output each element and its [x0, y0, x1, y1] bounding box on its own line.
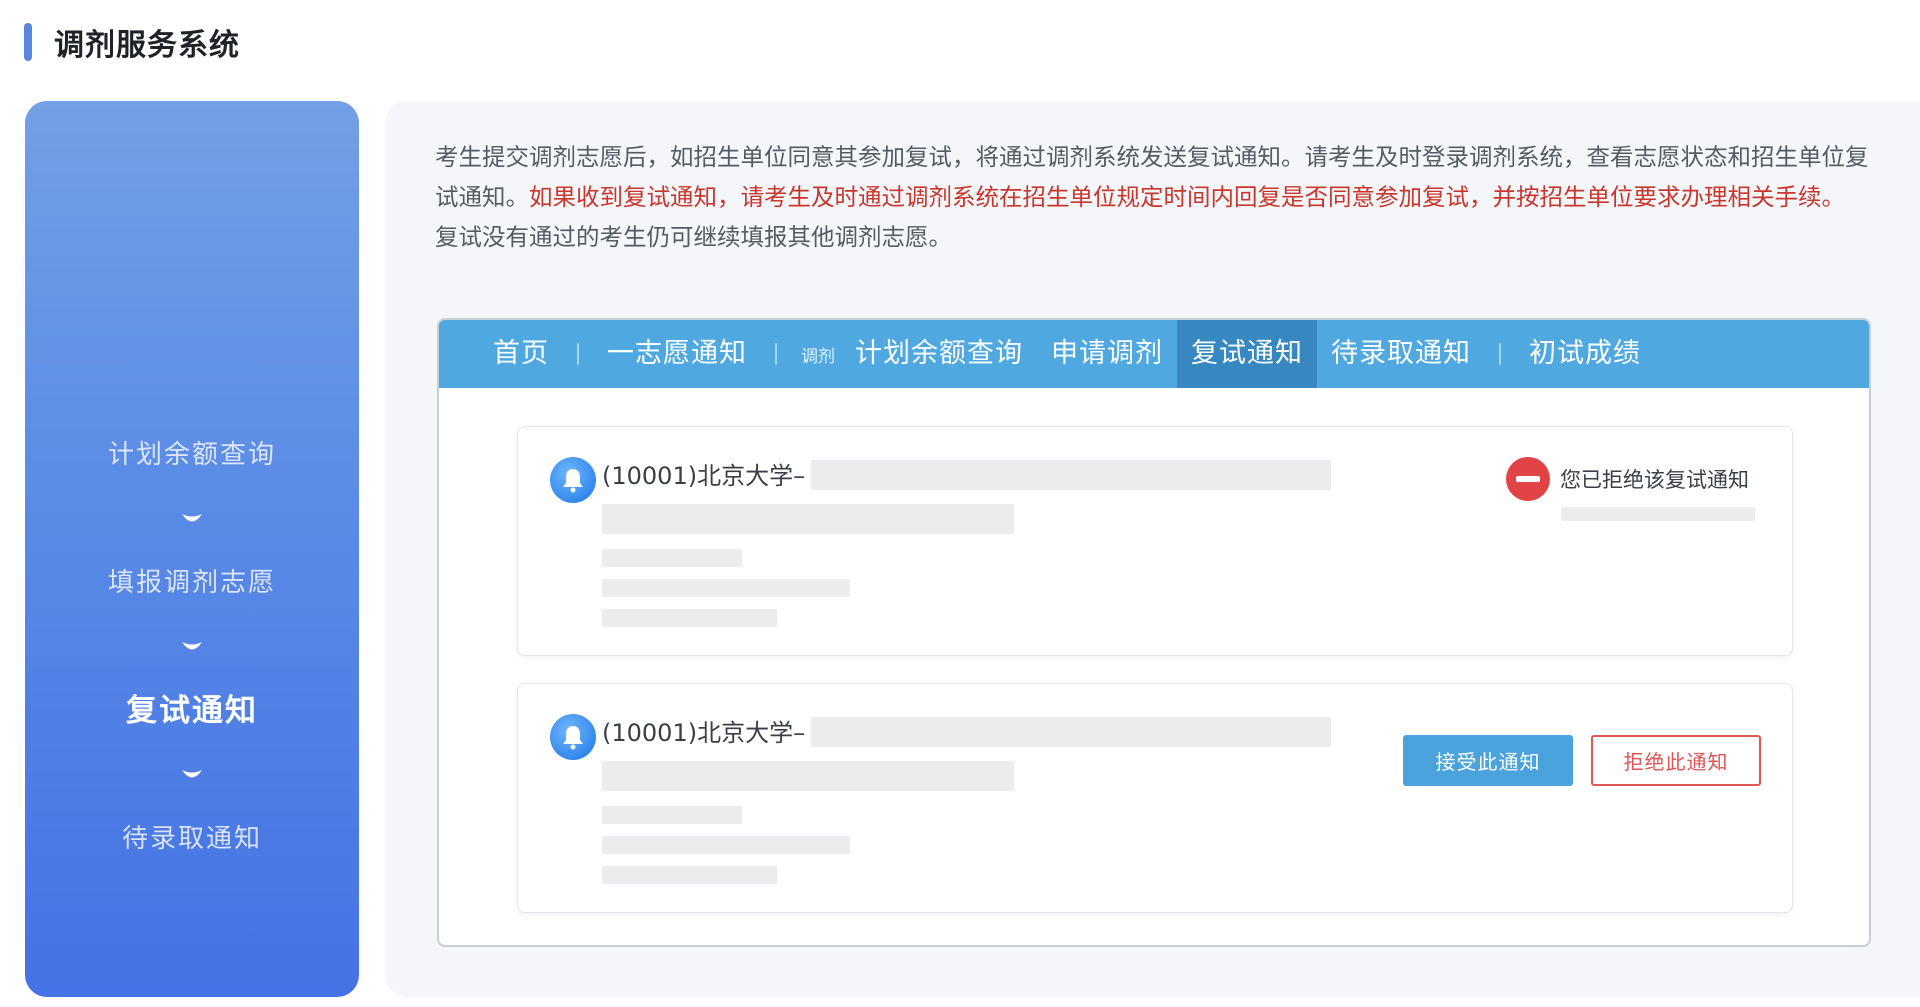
chevron-down-icon — [25, 735, 359, 815]
notice-card-pending: (10001)北京大学– 接受此通知 拒绝此通知 — [517, 683, 1793, 913]
process-steps: 计划余额查询 填报调剂志愿 复试通知 待录取通知 — [25, 431, 359, 863]
step-retest-notice: 复试通知 — [126, 693, 258, 729]
process-sidebar: 计划余额查询 填报调剂志愿 复试通知 待录取通知 — [25, 101, 359, 997]
intro-text: 考生提交调剂志愿后，如招生单位同意其参加复试，将通过调剂系统发送复试通知。请考生… — [435, 137, 1870, 257]
blurred-placeholder — [602, 806, 742, 824]
nav-quota-query[interactable]: 计划余额查询 — [841, 320, 1037, 388]
nav-separator — [775, 343, 777, 365]
intro-highlight: 如果收到复试通知，请考生及时通过调剂系统在招生单位规定时间内回复是否同意参加复试… — [529, 183, 1845, 211]
nav-separator — [1499, 343, 1501, 365]
nav-apply-adjustment[interactable]: 申请调剂 — [1037, 320, 1177, 388]
system-screenshot: 首页 一志愿通知 调剂 计划余额查询 申请调剂 复试通知 待录取通知 初试成绩 … — [437, 318, 1871, 947]
nav-home[interactable]: 首页 — [479, 320, 563, 388]
nav-adjust-label: 调剂 — [801, 346, 835, 367]
chevron-down-icon — [25, 607, 359, 687]
blurred-placeholder — [811, 460, 1331, 490]
school-name: (10001)北京大学– — [602, 462, 806, 490]
blurred-placeholder — [602, 609, 777, 627]
blurred-placeholder — [811, 717, 1331, 747]
system-navbar: 首页 一志愿通知 调剂 计划余额查询 申请调剂 复试通知 待录取通知 初试成绩 — [439, 320, 1869, 388]
rejected-status: 您已拒绝该复试通知 — [1506, 457, 1749, 501]
page-title: 调剂服务系统 — [54, 28, 240, 63]
bell-icon — [550, 457, 596, 503]
school-name: (10001)北京大学– — [602, 719, 806, 747]
nav-initial-scores[interactable]: 初试成绩 — [1515, 320, 1655, 388]
nav-pending-admission[interactable]: 待录取通知 — [1317, 320, 1485, 388]
notice-card-rejected: (10001)北京大学– 您已拒绝该复试通知 — [517, 426, 1793, 656]
step-quota-query: 计划余额查询 — [107, 440, 276, 470]
nav-separator — [577, 343, 579, 365]
rejected-status-text: 您已拒绝该复试通知 — [1560, 468, 1749, 492]
bell-icon — [550, 714, 596, 760]
step-pending-admission: 待录取通知 — [121, 824, 262, 854]
rejected-status-icon — [1506, 457, 1550, 501]
main-content: 考生提交调剂志愿后，如招生单位同意其参加复试，将通过调剂系统发送复试通知。请考生… — [385, 101, 1920, 997]
page-header: 调剂服务系统 — [24, 22, 240, 63]
step-fill-application: 填报调剂志愿 — [107, 568, 276, 598]
blurred-placeholder — [602, 836, 850, 854]
chevron-down-icon — [25, 479, 359, 559]
accept-notice-button[interactable]: 接受此通知 — [1403, 735, 1573, 786]
blurred-placeholder — [602, 549, 742, 567]
blurred-placeholder — [602, 761, 1014, 791]
blurred-placeholder — [602, 579, 850, 597]
nav-retest-notice[interactable]: 复试通知 — [1177, 320, 1317, 388]
title-accent-bar — [24, 23, 32, 61]
blurred-placeholder — [602, 504, 1014, 534]
blurred-placeholder — [602, 866, 777, 884]
blurred-placeholder — [1561, 507, 1755, 521]
reject-notice-button[interactable]: 拒绝此通知 — [1591, 735, 1761, 786]
intro-line2: 复试没有通过的考生仍可继续填报其他调剂志愿。 — [435, 223, 952, 251]
nav-first-choice[interactable]: 一志愿通知 — [593, 320, 761, 388]
